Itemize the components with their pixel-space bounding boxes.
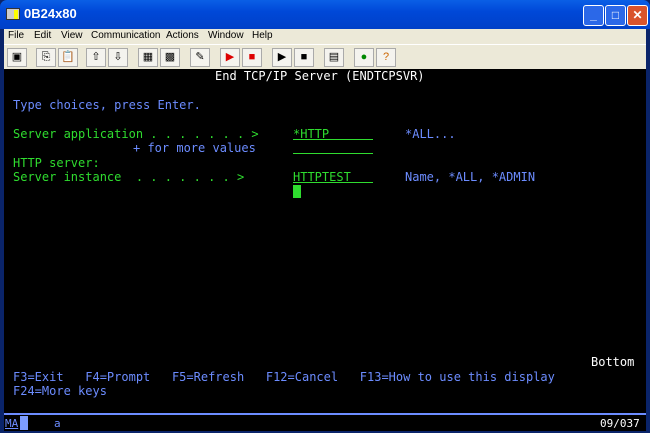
display-icon[interactable]: ▣ (7, 48, 27, 67)
receive-icon[interactable]: ⇩ (108, 48, 128, 67)
server-application-label: Server application . . . . . . . > (13, 127, 259, 141)
edit-icon[interactable]: ✎ (190, 48, 210, 67)
menu-bar: File Edit View Communication Actions Win… (4, 29, 646, 44)
pause-macro-icon[interactable]: ■ (294, 48, 314, 67)
server-instance-hint: Name, *ALL, *ADMIN (405, 170, 536, 184)
menu-window[interactable]: Window (208, 30, 244, 41)
window-title: 0B24x80 (24, 6, 77, 21)
keyboard-map-icon[interactable]: ▩ (160, 48, 180, 67)
server-instance-label: Server instance . . . . . . . > (13, 170, 245, 184)
server-application-field[interactable] (293, 139, 373, 140)
screen-title: End TCP/IP Server (ENDTCPSVR) (215, 69, 425, 83)
menu-communication[interactable]: Communication (91, 30, 160, 41)
title-bar: 0B24x80 _ □ ✕ (0, 0, 650, 29)
server-application-hint: *ALL... (405, 127, 456, 141)
status-indicator: a (54, 417, 61, 430)
minimize-button[interactable]: _ (583, 5, 604, 26)
function-keys-line1[interactable]: F3=Exit F4=Prompt F5=Refresh F12=Cancel … (13, 370, 555, 384)
stop-macro-icon[interactable]: ■ (242, 48, 262, 67)
more-values-label: + for more values (133, 141, 256, 155)
menu-help[interactable]: Help (252, 30, 273, 41)
menu-file[interactable]: File (8, 30, 24, 41)
paste-icon[interactable]: 📋 (58, 48, 78, 67)
server-instance-field[interactable] (293, 182, 373, 183)
menu-view[interactable]: View (61, 30, 83, 41)
server-application-extra-field[interactable] (293, 153, 373, 154)
http-server-label: HTTP server: (13, 156, 100, 170)
toolbar: ▣ ⎘ 📋 ⇧ ⇩ ▦ ▩ ✎ ▶ ■ ▶ ■ ▤ ● ? (4, 44, 646, 69)
web-help-icon[interactable]: ● (354, 48, 374, 67)
terminal-screen[interactable]: End TCP/IP Server (ENDTCPSVR) Type choic… (4, 69, 646, 413)
menu-edit[interactable]: Edit (34, 30, 51, 41)
menu-actions[interactable]: Actions (166, 30, 199, 41)
record-macro-icon[interactable]: ▶ (220, 48, 240, 67)
color-map-icon[interactable]: ▦ (138, 48, 158, 67)
bottom-indicator: Bottom (591, 355, 635, 369)
text-cursor (293, 185, 301, 198)
status-bar: MA a 09/037 (4, 413, 646, 431)
copy-icon[interactable]: ⎘ (36, 48, 56, 67)
mode-indicator: MA (5, 417, 19, 430)
help-icon[interactable]: ? (376, 48, 396, 67)
play-macro-icon[interactable]: ▶ (272, 48, 292, 67)
close-button[interactable]: ✕ (627, 5, 648, 26)
cursor-position: 09/037 (600, 417, 640, 430)
instructions: Type choices, press Enter. (13, 98, 201, 112)
app-icon[interactable] (6, 8, 20, 20)
status-block (20, 416, 28, 430)
clipboard-icon[interactable]: ▤ (324, 48, 344, 67)
function-keys-line2[interactable]: F24=More keys (13, 384, 107, 398)
maximize-button[interactable]: □ (605, 5, 626, 26)
send-icon[interactable]: ⇧ (86, 48, 106, 67)
